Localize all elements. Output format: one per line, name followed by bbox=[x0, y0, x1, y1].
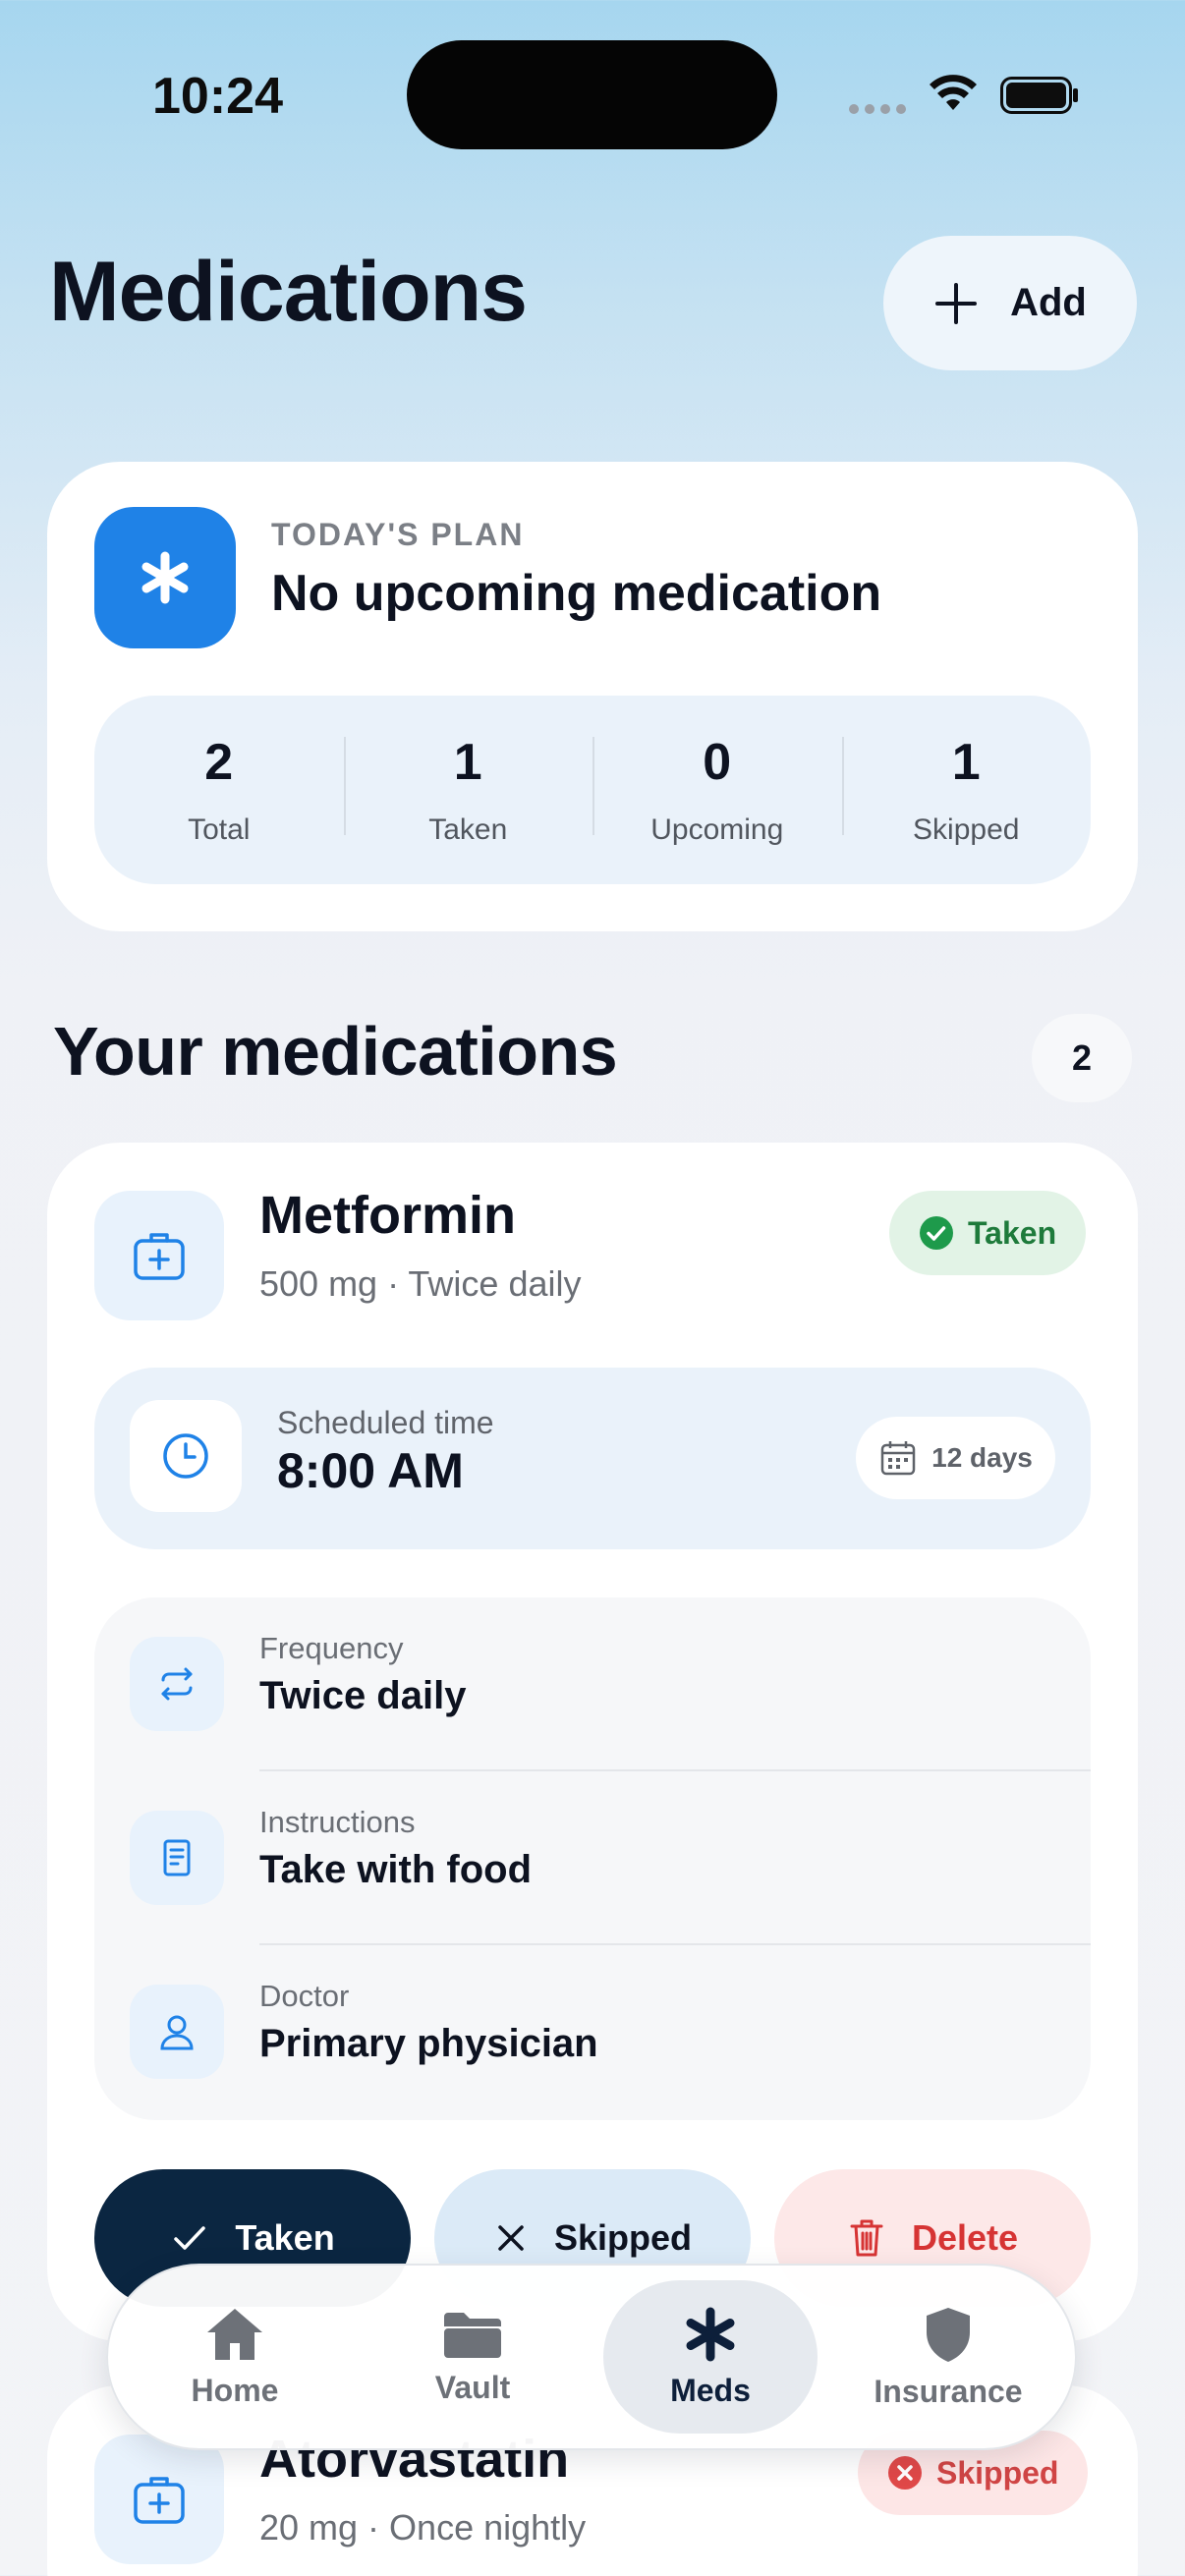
repeat-icon bbox=[130, 1637, 224, 1731]
document-icon bbox=[130, 1811, 224, 1905]
asterisk-icon bbox=[686, 2307, 735, 2361]
add-medication-button[interactable]: Add bbox=[883, 236, 1137, 370]
detail-value: Primary physician bbox=[259, 2022, 598, 2065]
detail-doctor: Doctor Primary physician bbox=[94, 1945, 1091, 2119]
tab-home[interactable]: Home bbox=[128, 2280, 342, 2434]
stat-label: Taken bbox=[428, 813, 508, 846]
plan-title: No upcoming medication bbox=[271, 565, 882, 622]
details-panel: Frequency Twice daily Instructions Take … bbox=[94, 1597, 1091, 2120]
calendar-icon bbox=[880, 1441, 916, 1476]
duration-badge: 12 days bbox=[856, 1417, 1055, 1499]
tab-vault[interactable]: Vault bbox=[366, 2280, 580, 2434]
plan-stats: 2 Total 1 Taken 0 Upcoming 1 Skipped bbox=[94, 696, 1091, 884]
stat-total: 2 Total bbox=[94, 733, 344, 847]
x-circle-icon bbox=[888, 2456, 922, 2490]
check-circle-icon bbox=[920, 1216, 953, 1250]
clock-icon bbox=[130, 1400, 242, 1512]
medical-kit-icon bbox=[94, 2435, 224, 2564]
status-badge: Taken bbox=[889, 1191, 1087, 1275]
medication-name: Metformin bbox=[259, 1186, 516, 1245]
status-label: Taken bbox=[968, 1214, 1057, 1251]
page-title: Medications bbox=[49, 245, 528, 339]
stat-value: 1 bbox=[453, 734, 482, 791]
skipped-label: Skipped bbox=[553, 2217, 693, 2258]
stat-taken: 1 Taken bbox=[343, 733, 593, 847]
schedule-caption: Scheduled time bbox=[277, 1405, 494, 1440]
stat-skipped: 1 Skipped bbox=[841, 733, 1092, 847]
duration-label: 12 days bbox=[931, 1442, 1033, 1473]
medication-dose: 20 mg · Once nightly bbox=[259, 2507, 587, 2548]
medication-count-badge: 2 bbox=[1032, 1014, 1132, 1102]
stat-label: Skipped bbox=[913, 813, 1020, 846]
person-icon bbox=[130, 1985, 224, 2079]
tab-label: Home bbox=[191, 2372, 279, 2408]
stat-label: Total bbox=[188, 813, 251, 846]
plus-icon bbox=[935, 282, 978, 324]
plan-asterisk-icon bbox=[94, 507, 236, 648]
tab-bar: Home Vault Meds Insurance bbox=[106, 2264, 1077, 2450]
home-icon bbox=[207, 2308, 262, 2360]
folder-icon bbox=[444, 2312, 501, 2358]
taken-label: Taken bbox=[235, 2217, 335, 2258]
check-icon bbox=[174, 2226, 206, 2250]
detail-caption: Doctor bbox=[259, 1979, 350, 2013]
trash-icon bbox=[850, 2219, 883, 2257]
stat-label: Upcoming bbox=[650, 813, 784, 846]
cellular-signal-icon bbox=[849, 104, 906, 114]
delete-label: Delete bbox=[911, 2217, 1019, 2258]
tab-insurance[interactable]: Insurance bbox=[841, 2280, 1055, 2434]
stat-value: 2 bbox=[204, 734, 234, 791]
detail-instructions: Instructions Take with food bbox=[94, 1771, 1091, 1945]
detail-value: Take with food bbox=[259, 1848, 533, 1891]
stat-value: 0 bbox=[703, 734, 732, 791]
stat-value: 1 bbox=[951, 734, 981, 791]
medication-dose: 500 mg · Twice daily bbox=[259, 1263, 582, 1304]
status-time: 10:24 bbox=[152, 68, 283, 125]
status-label: Skipped bbox=[936, 2454, 1059, 2491]
wifi-icon bbox=[930, 75, 977, 110]
tab-label: Insurance bbox=[874, 2373, 1023, 2409]
stat-upcoming: 0 Upcoming bbox=[592, 733, 842, 847]
add-label: Add bbox=[1010, 281, 1087, 324]
detail-frequency: Frequency Twice daily bbox=[94, 1597, 1091, 1771]
battery-icon bbox=[1000, 77, 1078, 114]
tab-meds[interactable]: Meds bbox=[603, 2280, 818, 2434]
medical-kit-icon bbox=[94, 1191, 224, 1320]
close-icon bbox=[498, 2225, 524, 2251]
plan-kicker: TODAY'S PLAN bbox=[271, 517, 525, 552]
schedule-time: 8:00 AM bbox=[277, 1443, 464, 1498]
section-title: Your medications bbox=[53, 1013, 618, 1090]
dynamic-island bbox=[407, 40, 777, 149]
detail-value: Twice daily bbox=[259, 1674, 467, 1717]
shield-icon bbox=[927, 2307, 970, 2362]
detail-caption: Instructions bbox=[259, 1805, 416, 1839]
detail-caption: Frequency bbox=[259, 1631, 404, 1665]
tab-label: Vault bbox=[434, 2369, 511, 2405]
tab-label: Meds bbox=[670, 2372, 751, 2408]
